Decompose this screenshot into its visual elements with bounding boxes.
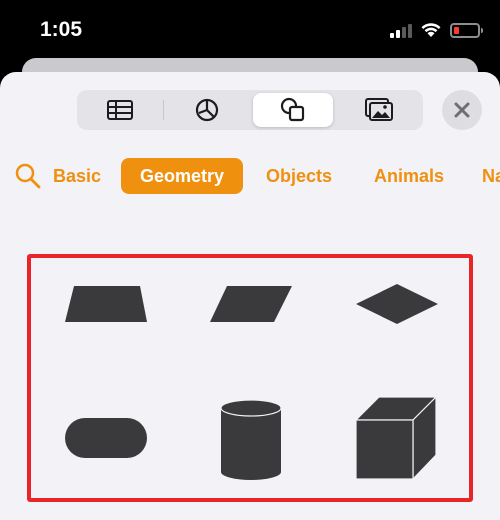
search-icon[interactable] xyxy=(14,162,42,190)
battery-icon xyxy=(450,22,483,38)
pie-chart-icon xyxy=(195,98,219,122)
rounded-rectangle-shape[interactable] xyxy=(64,416,148,460)
wifi-icon xyxy=(421,23,441,37)
status-time: 1:05 xyxy=(40,18,83,41)
category-basic[interactable]: Basic xyxy=(53,158,101,194)
category-bar: Basic Geometry Objects Animals Na xyxy=(0,155,500,197)
segment-divider xyxy=(163,100,164,120)
cellular-signal-icon xyxy=(390,22,412,38)
close-button[interactable] xyxy=(442,90,482,130)
tab-shapes[interactable] xyxy=(253,93,333,127)
photo-icon xyxy=(365,98,393,121)
category-objects[interactable]: Objects xyxy=(266,158,332,194)
category-animals[interactable]: Animals xyxy=(374,158,444,194)
status-icons xyxy=(390,19,483,41)
trapezoid-shape[interactable] xyxy=(64,283,148,325)
status-bar: 1:05 xyxy=(0,0,500,62)
category-geometry[interactable]: Geometry xyxy=(121,158,244,194)
parallelogram-shape[interactable] xyxy=(209,283,293,325)
cube-shape[interactable] xyxy=(353,394,439,482)
tab-table[interactable] xyxy=(80,93,160,127)
table-icon xyxy=(107,100,133,120)
cylinder-shape[interactable] xyxy=(218,398,284,482)
tab-chart[interactable] xyxy=(167,93,247,127)
diamond-shape[interactable] xyxy=(355,283,439,325)
tab-media[interactable] xyxy=(339,93,419,127)
shapes-icon xyxy=(280,97,305,122)
insert-type-segmented-control xyxy=(77,90,423,130)
category-nature[interactable]: Na xyxy=(482,158,500,194)
battery-level xyxy=(454,26,459,34)
close-icon xyxy=(454,102,470,118)
geometry-shapes-grid xyxy=(27,254,473,502)
